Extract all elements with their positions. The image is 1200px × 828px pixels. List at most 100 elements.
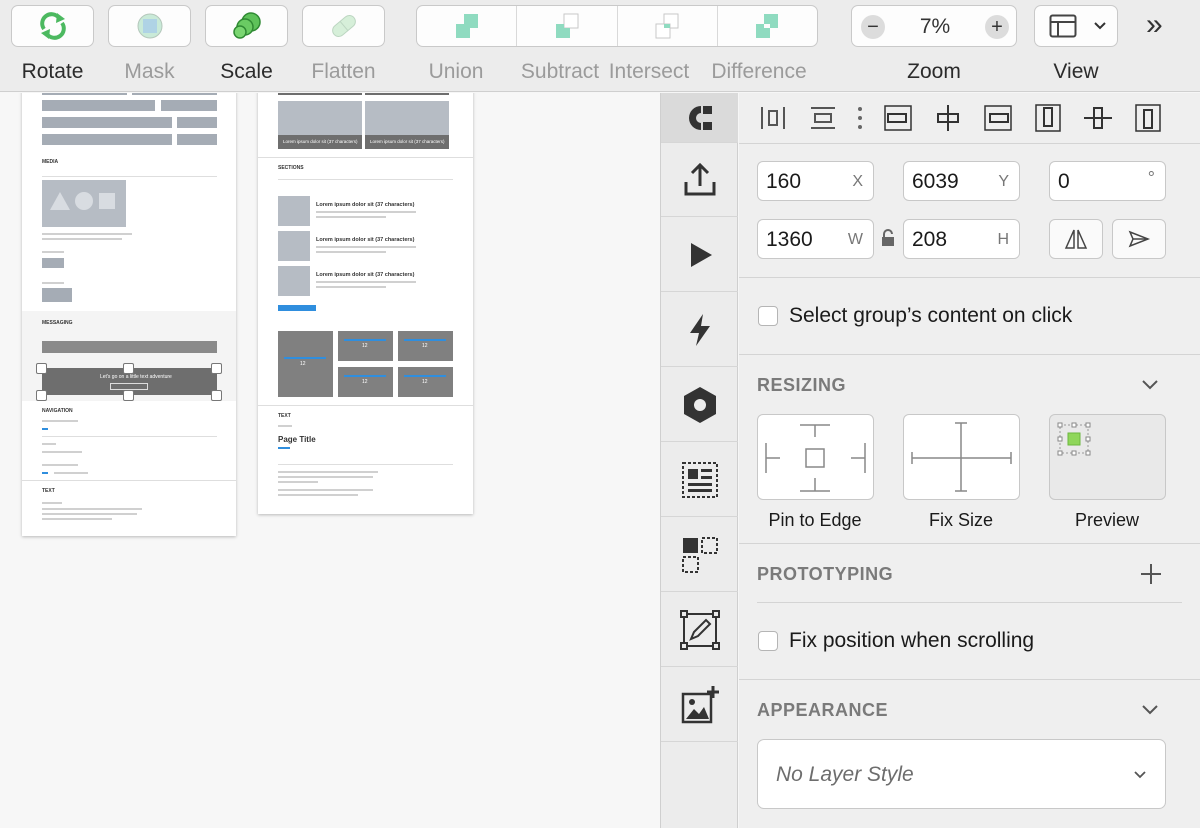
divider (22, 480, 236, 481)
y-field[interactable]: 6039 Y (903, 161, 1020, 201)
pin-to-edge-label: Pin to Edge (768, 510, 862, 530)
align-top-icon[interactable] (1033, 104, 1063, 132)
intersect-button[interactable] (618, 6, 718, 46)
edit-shape-icon (679, 609, 720, 650)
text-line (316, 281, 416, 283)
rail-interactions-tab[interactable] (661, 293, 738, 367)
canvas[interactable]: MEDIA MESSAGING Let's go on a little tex… (0, 93, 660, 828)
flip-vertical-icon (1128, 230, 1151, 248)
image-placeholder (42, 180, 126, 227)
rotate-button[interactable] (11, 5, 94, 47)
x-value: 160 (766, 170, 802, 193)
style-inspector-icon (688, 105, 712, 130)
chevron-down-icon[interactable] (1141, 704, 1159, 716)
artboard-right[interactable]: Lorem ipsum dolor sit (37 characters) Lo… (258, 93, 473, 514)
text-line (278, 476, 373, 478)
divider (739, 543, 1200, 544)
rail-components-tab[interactable] (661, 518, 738, 592)
zoom-out-button[interactable]: − (861, 15, 885, 39)
flip-vertical-button[interactable] (1112, 219, 1166, 259)
tile-large: 12 (278, 331, 333, 397)
message-bar (42, 341, 217, 353)
rail-symbols-tab[interactable] (661, 368, 738, 442)
resize-handle[interactable] (36, 390, 47, 401)
artboard-left[interactable]: MEDIA MESSAGING Let's go on a little tex… (22, 93, 236, 536)
divider (42, 436, 217, 437)
chevron-down-icon[interactable] (1141, 379, 1159, 391)
resize-handle[interactable] (211, 390, 222, 401)
rail-prototype-tab[interactable] (661, 218, 738, 292)
resize-handle[interactable] (36, 363, 47, 374)
page-title: Page Title (278, 435, 316, 444)
text-line (42, 508, 142, 510)
flatten-button[interactable] (302, 5, 385, 47)
resize-handle[interactable] (123, 390, 134, 401)
text-heading: TEXT (278, 413, 291, 419)
rotation-field[interactable]: 0 ° (1049, 161, 1166, 201)
width-field[interactable]: 1360 W (757, 219, 874, 259)
flip-horizontal-button[interactable] (1049, 219, 1103, 259)
align-right-icon[interactable] (983, 104, 1013, 132)
union-button[interactable] (417, 6, 518, 46)
align-left-icon[interactable] (883, 104, 913, 132)
pin-to-edge-option[interactable] (757, 414, 874, 500)
subtract-button[interactable] (517, 6, 618, 46)
divider (739, 354, 1200, 355)
y-suffix: Y (998, 173, 1009, 190)
mask-button[interactable] (108, 5, 191, 47)
align-horizontal-center-icon[interactable] (933, 104, 963, 132)
rail-export-tab[interactable] (661, 143, 738, 217)
fix-size-option[interactable] (903, 414, 1020, 500)
rotation-suffix: ° (1147, 168, 1155, 188)
preview-option[interactable] (1049, 414, 1166, 500)
fix-position-checkbox[interactable] (758, 631, 778, 651)
zoom-value[interactable]: 7% (912, 15, 958, 39)
select-group-checkbox[interactable] (758, 306, 778, 326)
x-field[interactable]: 160 X (757, 161, 874, 201)
pin-to-edge-icon (765, 424, 866, 492)
distribute-vertical-icon[interactable] (809, 105, 837, 131)
text-line (316, 251, 386, 253)
text-line (42, 451, 82, 453)
rail-text-layout-tab[interactable] (661, 443, 738, 517)
more-toolbar-button[interactable]: » (1146, 8, 1163, 42)
distribute-horizontal-icon[interactable] (759, 105, 787, 131)
height-field[interactable]: 208 H (903, 219, 1020, 259)
add-icon[interactable] (1139, 562, 1163, 586)
text-line (42, 282, 64, 284)
chevron-down-icon (1134, 771, 1146, 779)
text-heading: TEXT (42, 488, 55, 494)
rail-edit-tab[interactable] (661, 593, 738, 667)
divider (739, 277, 1200, 278)
rail-style-tab[interactable] (661, 93, 738, 143)
height-suffix: H (997, 231, 1009, 248)
rotate-label: Rotate (21, 60, 84, 83)
align-bottom-icon[interactable] (1133, 104, 1163, 132)
fix-size-icon (911, 422, 1012, 492)
text-line (42, 238, 122, 240)
align-vertical-center-icon[interactable] (1083, 104, 1113, 132)
flatten-icon (331, 15, 356, 37)
resize-handle[interactable] (211, 363, 222, 374)
more-dots-icon[interactable] (858, 107, 862, 129)
messaging-heading: MESSAGING (42, 320, 73, 326)
card-caption: Lorem ipsum dolor sit (37 characters) (283, 139, 358, 144)
rail-add-image-tab[interactable] (661, 668, 738, 742)
unlock-icon[interactable] (880, 228, 896, 248)
scale-button[interactable] (205, 5, 288, 47)
nav-link (42, 428, 48, 430)
view-button[interactable] (1034, 5, 1118, 47)
nav-link (42, 472, 48, 474)
intersect-icon (655, 13, 679, 39)
card-caption: Lorem ipsum dolor sit (37 characters) (370, 139, 445, 144)
resize-handle[interactable] (123, 363, 134, 374)
divider (739, 143, 1200, 144)
play-icon (690, 242, 712, 267)
zoom-in-button[interactable]: + (985, 15, 1009, 39)
layer-style-select[interactable]: No Layer Style (757, 739, 1166, 809)
y-value: 6039 (912, 170, 959, 193)
text-line (278, 481, 318, 483)
union-icon (455, 14, 478, 38)
text-line (316, 211, 416, 213)
difference-button[interactable] (718, 6, 817, 46)
